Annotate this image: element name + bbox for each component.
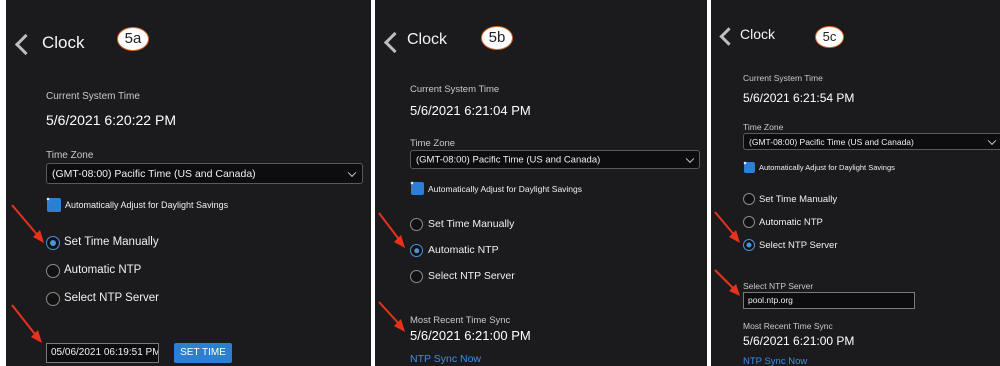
clock-panel-5a: Clock 5a Current System Time 5/6/2021 6:… <box>6 0 371 366</box>
clock-panel-5c: Clock 5c Current System Time 5/6/2021 6:… <box>711 0 1000 366</box>
clock-panel-5b: Clock 5b Current System Time 5/6/2021 6:… <box>375 0 707 366</box>
red-arrow-icon <box>11 204 44 343</box>
red-arrow-icon <box>714 211 740 296</box>
red-arrow-icon <box>378 212 405 332</box>
